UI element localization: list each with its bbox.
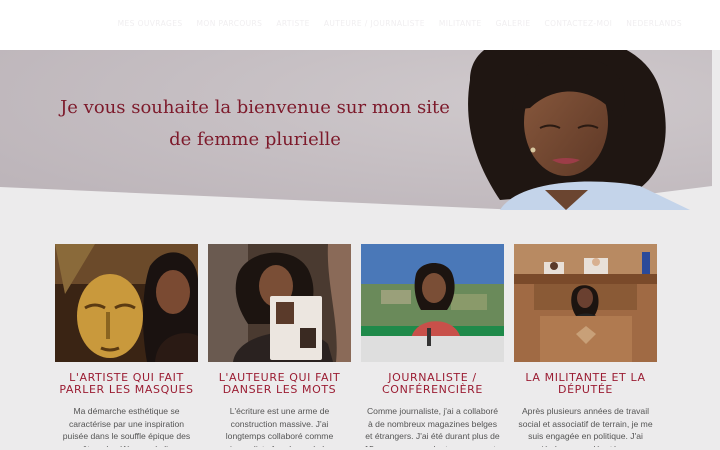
hero-title: Je vous souhaite la bienvenue sur mon si… (60, 92, 450, 156)
card-title-line-2[interactable]: PARLER LES MASQUES (55, 384, 198, 396)
artist-mask-image[interactable] (55, 244, 198, 362)
card-description: Après plusieurs années de travail social… (518, 406, 653, 447)
card-title-line-2[interactable]: DANSER LES MOTS (208, 384, 351, 396)
card-title[interactable]: L'AUTEURE QUI FAIT DANSER LES MOTS (208, 372, 351, 396)
card-title-line-2[interactable]: CONFÉRENCIÈRE (361, 384, 504, 396)
card-artiste[interactable]: L'ARTISTE QUI FAIT PARLER LES MASQUES Ma… (55, 244, 198, 447)
nav-item-contact[interactable]: Contactez-moi (544, 19, 612, 28)
card-militante[interactable]: LA MILITANTE ET LA DÉPUTÉE Après plusieu… (514, 244, 657, 447)
parliament-image[interactable] (514, 244, 657, 362)
card-title[interactable]: JOURNALISTE / CONFÉRENCIÈRE (361, 372, 504, 396)
card-title[interactable]: L'ARTISTE QUI FAIT PARLER LES MASQUES (55, 372, 198, 396)
nav-item-artiste[interactable]: Artiste (276, 19, 309, 28)
feature-cards: L'ARTISTE QUI FAIT PARLER LES MASQUES Ma… (55, 244, 659, 450)
hero-banner: Je vous souhaite la bienvenue sur mon si… (0, 50, 720, 210)
top-navigation-bar: Mes ouvrages Mon parcours Artiste Auteur… (0, 0, 720, 50)
card-title-line-2[interactable]: DÉPUTÉE (514, 384, 657, 396)
nav-item-ouvrages[interactable]: Mes ouvrages (118, 19, 183, 28)
card-description: L'écriture est une arme de construction … (225, 406, 334, 447)
nav-item-auteure[interactable]: Auteure / Journaliste (324, 19, 425, 28)
hero-title-line-2: de femme plurielle (169, 129, 341, 150)
journalist-image[interactable] (361, 244, 504, 362)
nav-item-galerie[interactable]: Galerie (496, 19, 531, 28)
nav-item-language[interactable]: Nederlands (626, 19, 682, 28)
hero-title-line-1: Je vous souhaite la bienvenue sur mon si… (60, 97, 450, 118)
card-description: Comme journaliste, j'ai a collaboré à de… (364, 406, 500, 447)
card-title[interactable]: LA MILITANTE ET LA DÉPUTÉE (514, 372, 657, 396)
nav-item-parcours[interactable]: Mon parcours (197, 19, 263, 28)
card-journaliste[interactable]: JOURNALISTE / CONFÉRENCIÈRE Comme journa… (361, 244, 504, 447)
card-auteure[interactable]: L'AUTEURE QUI FAIT DANSER LES MOTS L'écr… (208, 244, 351, 447)
card-description: Ma démarche esthétique se caractérise pa… (62, 406, 191, 447)
nav-item-militante[interactable]: Militante (439, 19, 482, 28)
main-nav: Mes ouvrages Mon parcours Artiste Auteur… (118, 19, 682, 28)
author-image[interactable] (208, 244, 351, 362)
